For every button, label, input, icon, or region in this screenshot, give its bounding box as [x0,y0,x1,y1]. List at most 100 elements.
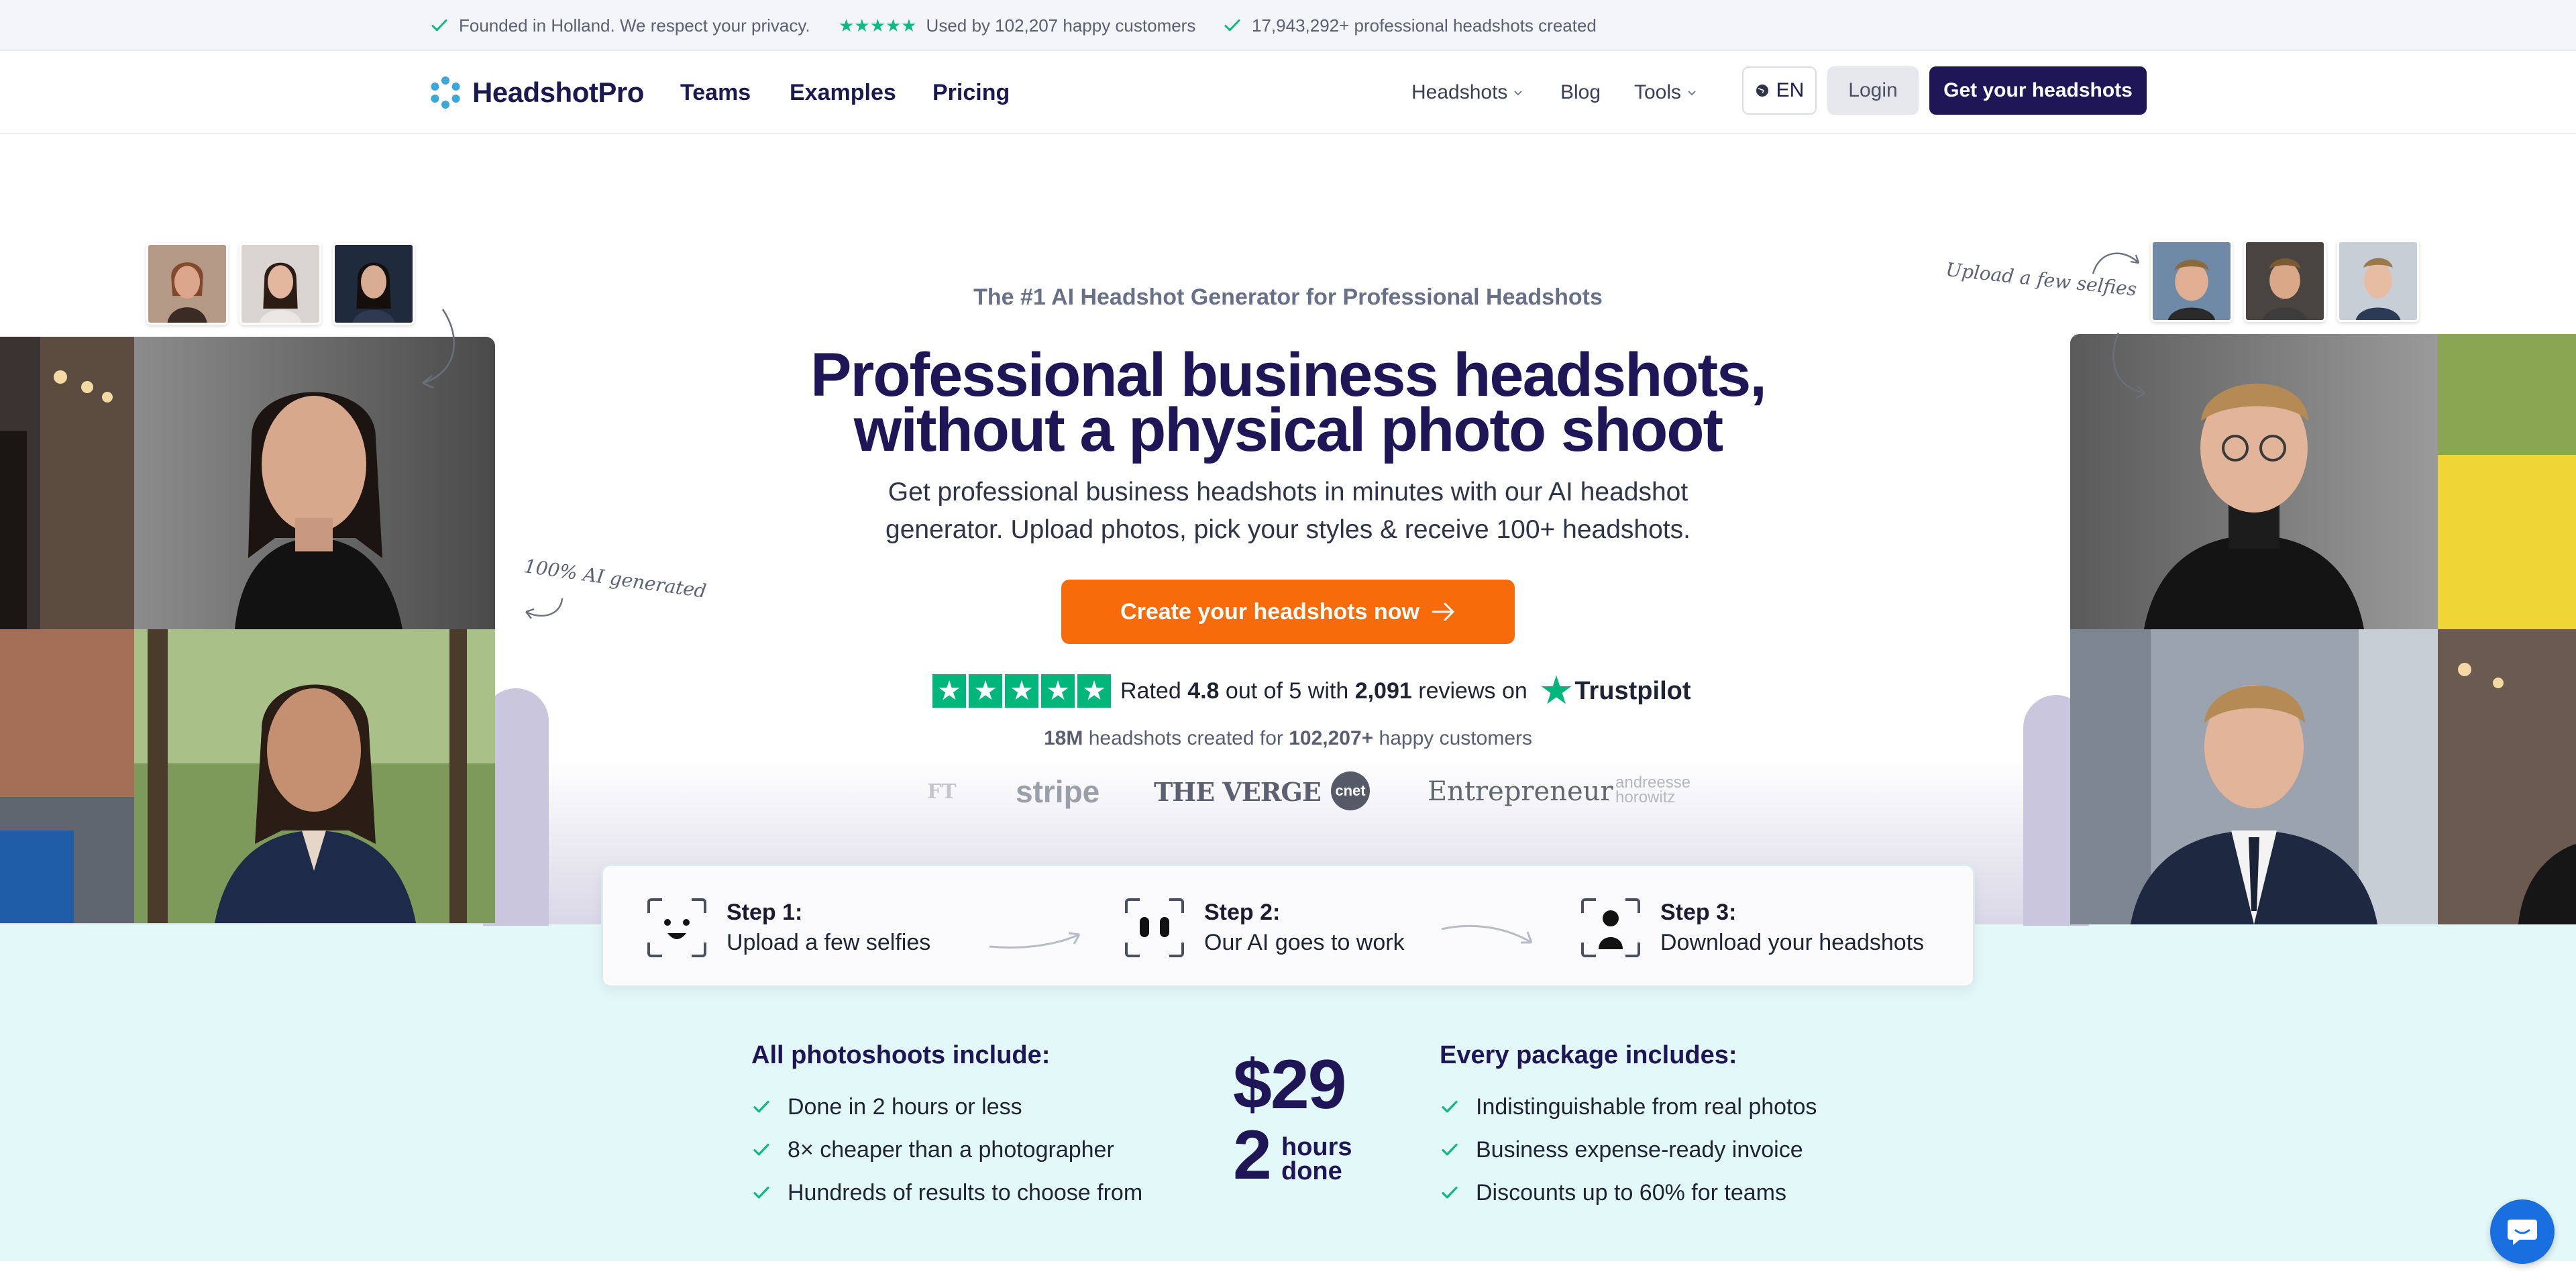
selfie-thumbnail [239,243,321,325]
curved-arrow-icon [2112,332,2146,400]
selfie-thumbnail [2337,240,2419,322]
headline-line: Professional business headshots, [810,341,1767,409]
navbar: HeadshotPro Teams Examples Pricing Heads… [0,51,2576,134]
check-icon [431,19,447,32]
check-icon [1224,19,1240,32]
trustpilot-rating[interactable]: ★ ★ ★ ★ ★ Rated 4.8 out of 5 with 2,091 … [932,671,1691,711]
stat-customers: 102,207+ [1289,727,1374,749]
hours-number: 2 [1233,1116,1272,1194]
list-item: Hundreds of results to choose from [751,1171,1142,1214]
trustpilot-logo: ★ Trustpilot [1541,674,1691,708]
trust-item-privacy: Founded in Holland. We respect your priv… [429,0,810,51]
flower-field-photo-partial [2438,334,2576,629]
package-includes-list: Indistinguishable from real photos Busin… [1440,1085,1817,1214]
rating-prefix: Rated [1120,678,1181,704]
stat-count: 18M [1044,727,1083,749]
chevron-down-icon [1688,91,1696,96]
list-item-text: Done in 2 hours or less [788,1093,1022,1120]
trust-item-headshots: 17,943,292+ professional headshots creat… [1222,0,1597,51]
list-item-text: Discounts up to 60% for teams [1476,1179,1787,1205]
star-icon: ★ [1077,674,1111,708]
step-title: Step 1: [727,900,803,925]
chevron-down-icon [1514,91,1523,96]
get-headshots-button[interactable]: Get your headshots [1929,66,2147,115]
trustpilot-star-icon: ★ [1540,672,1572,710]
step-desc: Our AI goes to work [1204,930,1405,955]
star-icon: ★ [932,674,966,708]
step-title: Step 3: [1660,900,1737,925]
nav-headshots-label: Headshots [1411,81,1508,103]
star-icon: ★ [1041,674,1075,708]
create-headshots-button[interactable]: Create your headshots now [1061,580,1515,644]
trust-text: Founded in Holland. We respect your priv… [459,15,810,36]
check-icon [753,1186,769,1199]
list-item: 8× cheaper than a photographer [751,1128,1142,1171]
hero-subhead: Get professional business headshots in m… [859,474,1717,549]
street-photo-partial [0,629,134,923]
hero-eyebrow: The #1 AI Headshot Generator for Profess… [973,284,1603,310]
language-button[interactable]: EN [1742,66,1817,115]
cta-label: Create your headshots now [1120,598,1419,625]
hours-word: hours [1281,1133,1352,1161]
check-icon [1442,1143,1458,1156]
star-icon: ★★★★★ [839,15,917,36]
nav-teams[interactable]: Teams [680,72,751,113]
list-item-text: 8× cheaper than a photographer [788,1136,1114,1163]
step-arrow-icon [989,932,1081,949]
press-logo-stripe: stripe [1016,774,1100,809]
press-logo-a16z: andreessen horowitz [1615,775,1690,806]
nav-blog-label: Blog [1560,81,1601,103]
selfie-thumbnail [333,243,415,325]
nav-examples[interactable]: Examples [790,72,896,113]
trust-text: 17,943,292+ professional headshots creat… [1252,15,1597,36]
trust-text: Used by 102,207 happy customers [926,15,1196,36]
list-item: Business expense-ready invoice [1440,1128,1817,1171]
nav-headshots-dropdown[interactable]: Headshots [1411,72,1523,113]
stars-icon: ★★★★★ [839,17,917,34]
nav-pricing[interactable]: Pricing [932,72,1010,113]
nav-blog[interactable]: Blog [1560,72,1601,113]
list-item: Discounts up to 60% for teams [1440,1171,1817,1214]
ai-face-icon [1125,898,1184,957]
photoshoots-include-title: All photoshoots include: [751,1041,1051,1069]
headshot-woman-navy-blazer [134,629,495,923]
rating-score: 4.8 [1187,678,1220,704]
step-desc: Download your headshots [1660,930,1925,955]
package-includes-title: Every package includes: [1440,1041,1737,1069]
stat-end: happy customers [1379,727,1532,749]
list-item: Indistinguishable from real photos [1440,1085,1817,1128]
headline-line: without a physical photo shoot [853,396,1723,464]
hours-label: hours done [1281,1133,1352,1184]
step-3: Step 3: Download your headshots [1578,893,1924,963]
curved-arrow-icon [2092,252,2140,274]
step-2: Step 2: Our AI goes to work [1122,893,1405,963]
list-item-text: Hundreds of results to choose from [788,1179,1143,1205]
press-logo-entrepreneur: Entrepreneur [1428,776,1613,807]
office-photo-partial [0,337,134,629]
price: $29 [1233,1046,1347,1124]
arrow-right-icon [1432,602,1454,621]
step-desc: Upload a few selfies [727,930,931,955]
hero-headline: Professional business headshots, without… [765,341,1811,464]
subhead-line: generator. Upload photos, pick your styl… [885,515,1690,544]
step-title: Step 2: [1204,900,1281,925]
star-icon: ★ [1005,674,1038,708]
trust-bar: Founded in Holland. We respect your priv… [0,0,2576,51]
logo-icon [431,76,460,109]
nav-tools-dropdown[interactable]: Tools [1634,72,1697,113]
check-icon [753,1143,769,1156]
trustpilot-stars: ★ ★ ★ ★ ★ [932,674,1111,708]
login-button[interactable]: Login [1827,66,1919,115]
star-icon: ★ [969,674,1002,708]
list-item: Done in 2 hours or less [751,1085,1142,1128]
logo[interactable]: HeadshotPro [428,72,644,113]
photoshoots-include-list: Done in 2 hours or less 8× cheaper than … [751,1085,1142,1214]
selfie-thumbnail [146,243,228,325]
rating-count: 2,091 [1354,678,1412,704]
chat-button[interactable] [2490,1199,2555,1264]
how-it-works-steps: Step 1: Upload a few selfies Step 2: Our… [601,864,1975,987]
subhead-line: Get professional business headshots in m… [888,478,1688,506]
trust-item-customers: ★★★★★ Used by 102,207 happy customers [839,0,1195,51]
globe-icon [1756,85,1768,97]
rating-text: Rated 4.8 out of 5 with 2,091 reviews on [1120,678,1527,704]
